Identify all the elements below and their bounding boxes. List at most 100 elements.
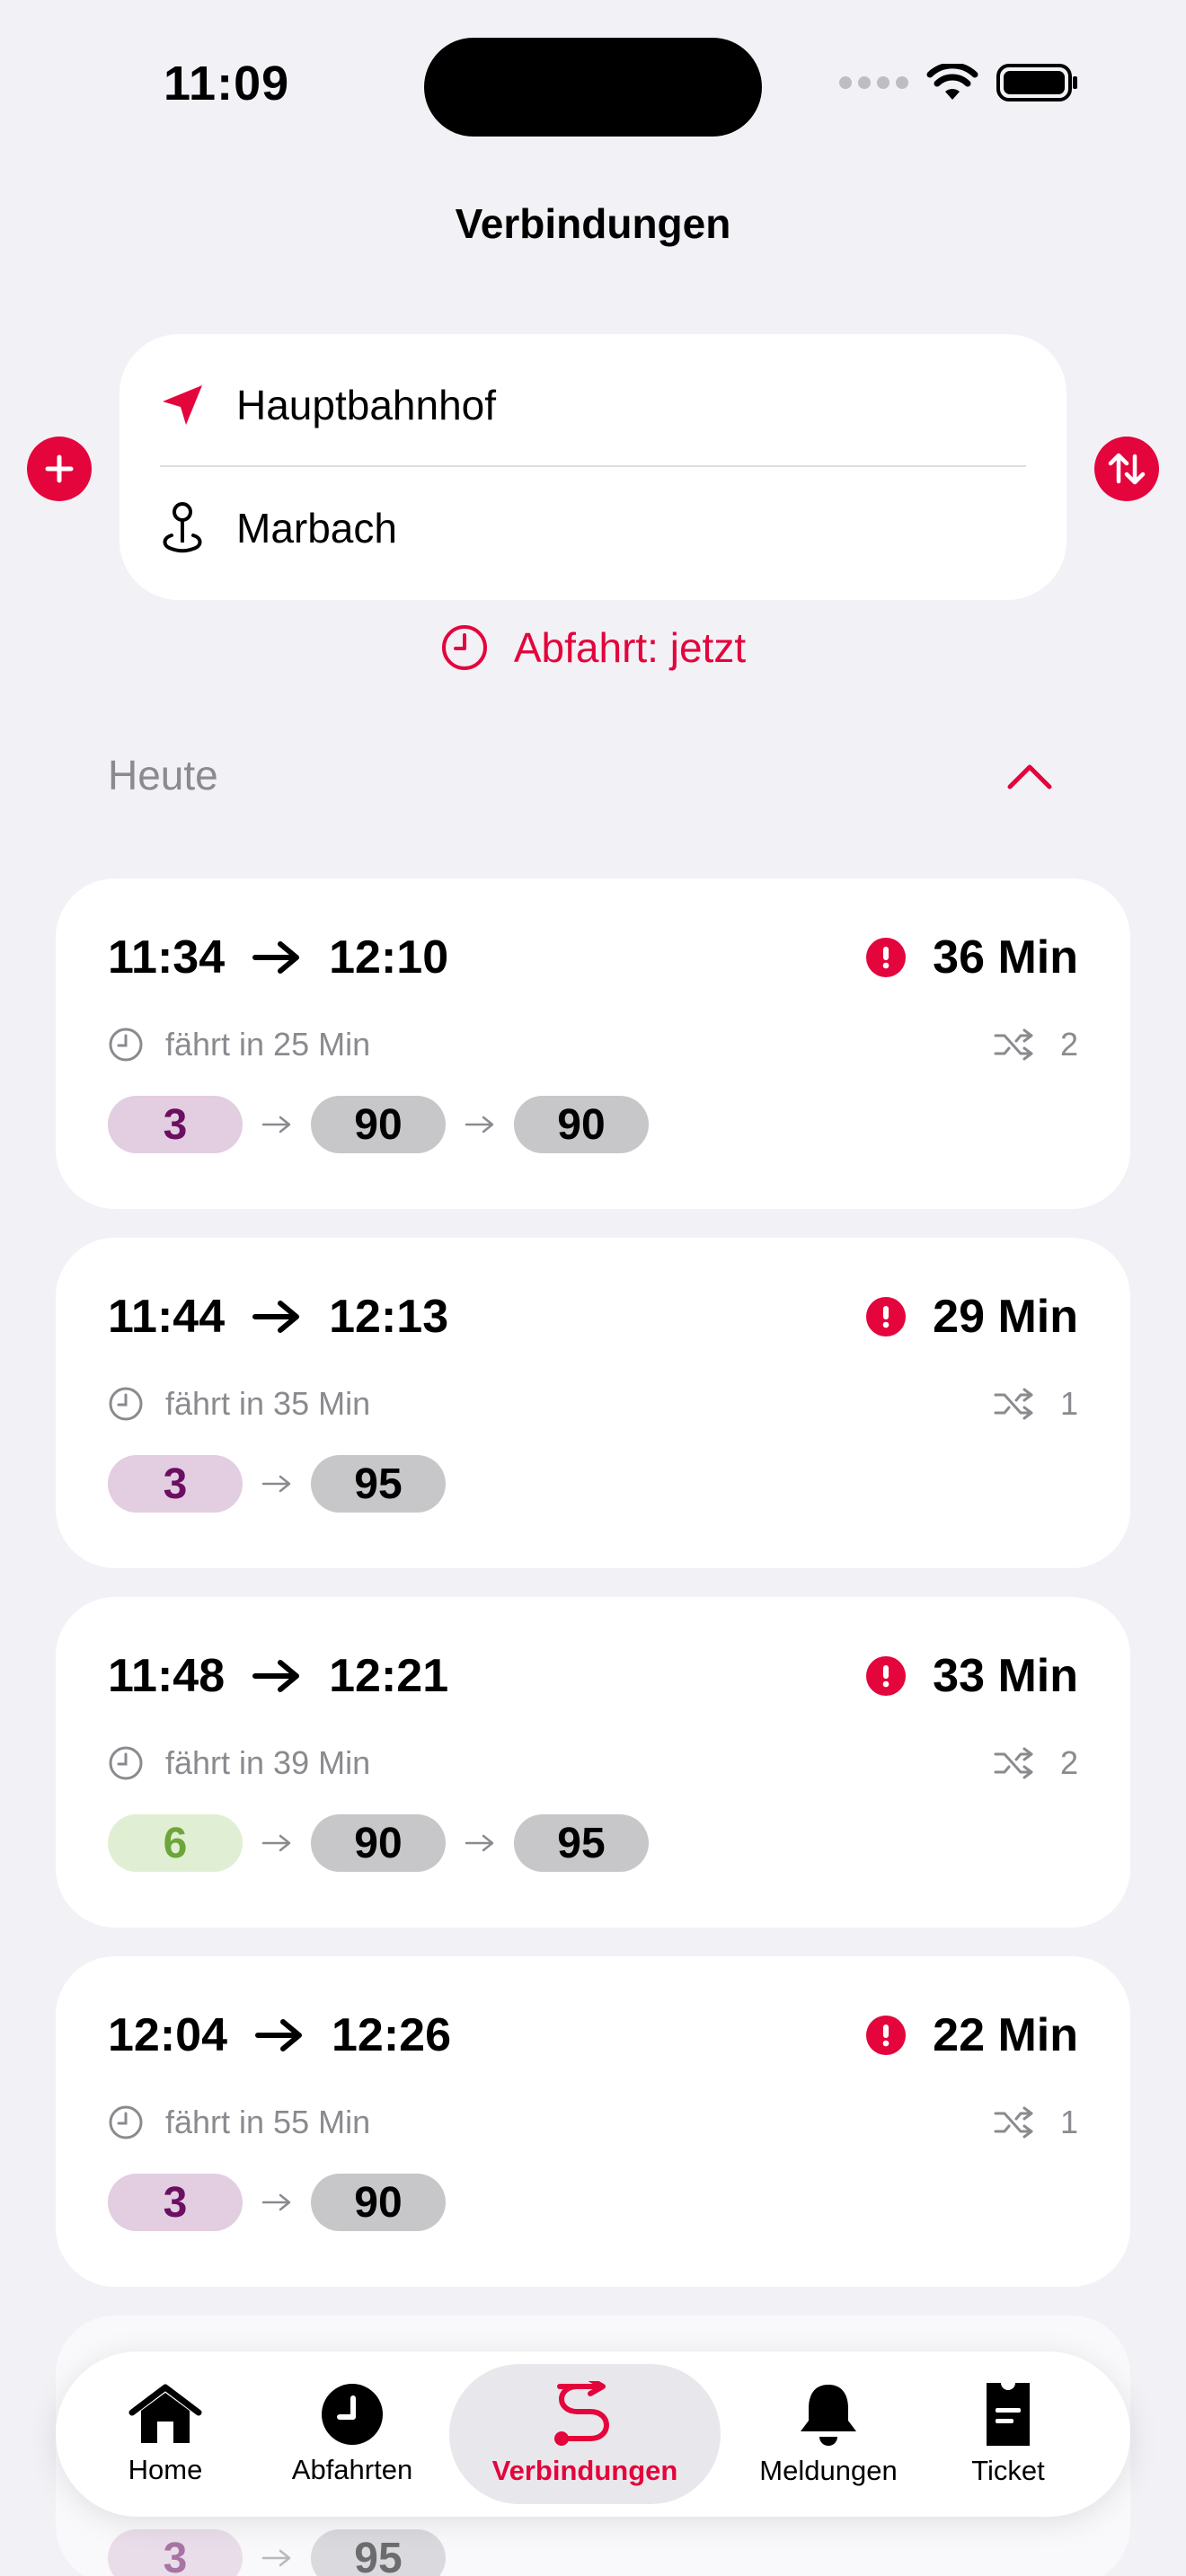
chevron-up-icon[interactable] [1005,760,1055,792]
line-badges: 6 90 95 [108,1814,649,1872]
section-title: Heute [108,752,218,798]
line-badges: 3 90 90 [108,1096,649,1153]
connection-times: 12:04 12:26 [108,2008,451,2062]
transfer-count-label: 1 [1059,1385,1078,1422]
departure-time: 11:34 [108,931,226,984]
swap-stations-button[interactable] [1094,437,1159,501]
house-icon [128,2384,202,2443]
bell-icon [801,2385,856,2446]
arrival-time: 12:13 [329,1291,449,1343]
plus-icon [45,454,74,483]
status-time: 11:09 [164,57,290,110]
connection-duration: 33 Min [866,1649,1078,1703]
connection-times: 11:34 12:10 [108,931,448,984]
tab-home[interactable]: Home [102,2351,228,2517]
shuffle-icon [994,1028,1033,1061]
add-stop-button[interactable] [27,437,92,501]
route-icon [554,2381,609,2446]
line-badge: 3 [108,2529,243,2576]
duration-label: 29 Min [933,1291,1078,1343]
line-badges: 3 95 [108,2529,446,2576]
tab-verbindungen[interactable]: Verbindungen [449,2351,721,2517]
tab-label: Ticket [971,2455,1045,2486]
destination-pin-icon [163,502,202,553]
arrival-time: 12:21 [329,1650,449,1702]
departure-time-button[interactable]: Abfahrt: jetzt [0,623,1186,672]
line-badge: 90 [311,1814,446,1872]
departs-in-label: fährt in 35 Min [165,1385,371,1422]
departure-time: 11:48 [108,1650,226,1702]
connection-card[interactable]: 12:04 12:26 22 Min fährt in 55 Min 1 3 9… [56,1956,1130,2287]
line-badge: 90 [514,1096,649,1153]
arrow-right-icon [261,2549,291,2567]
transfer-count-label: 2 [1059,1744,1078,1781]
connection-duration: 36 Min [866,931,1078,984]
arrival-time: 12:10 [329,931,449,984]
tab-ticket[interactable]: Ticket [945,2351,1071,2517]
tab-label: Abfahrten [291,2454,413,2485]
line-badge: 90 [311,2174,446,2231]
status-icons [839,63,1079,102]
departs-in: fährt in 35 Min [108,1385,370,1423]
departs-in: fährt in 39 Min [108,1744,370,1782]
arrow-right-icon [465,1834,494,1852]
tab-abfahrten[interactable]: Abfahrten [271,2351,433,2517]
departs-in: fährt in 25 Min [108,1026,370,1063]
battery-icon [996,64,1077,101]
connection-card[interactable]: 11:44 12:13 29 Min fährt in 35 Min 1 3 9… [56,1238,1130,1568]
destination-label: Marbach [236,505,397,551]
connection-duration: 29 Min [866,1290,1078,1344]
location-arrow-icon [163,385,202,425]
arrow-right-icon [252,1660,300,1692]
destination-field[interactable]: Marbach [159,501,397,555]
transfer-count: 1 [994,1385,1078,1423]
arrow-right-icon [261,1834,291,1852]
duration-label: 36 Min [933,931,1078,984]
departs-in-label: fährt in 55 Min [165,2104,371,2140]
arrow-right-icon [261,2193,291,2211]
clock-icon [109,1387,143,1421]
arrow-right-icon [252,941,300,974]
line-badge: 95 [311,2529,446,2576]
alert-icon [866,938,907,977]
alert-icon [866,1297,907,1337]
tab-meldungen[interactable]: Meldungen [748,2351,909,2517]
departure-time: 12:04 [108,2009,227,2061]
tab-label: Home [128,2454,203,2485]
alert-icon [866,1656,907,1696]
arrow-right-icon [261,1116,291,1134]
departs-in: fährt in 55 Min [108,2104,370,2141]
transfer-count-label: 2 [1059,1026,1078,1063]
transfer-count: 2 [994,1744,1078,1782]
clock-icon [109,2105,143,2139]
route-divider [160,465,1026,467]
line-badge: 95 [514,1814,649,1872]
connection-duration: 22 Min [866,2008,1078,2062]
departs-in-label: fährt in 25 Min [165,1026,371,1063]
origin-field[interactable]: Hauptbahnhof [159,381,496,429]
line-badge: 95 [311,1455,446,1513]
arrow-right-icon [255,2019,302,2051]
line-badge: 3 [108,2174,243,2231]
arrival-time: 12:26 [332,2009,451,2061]
duration-label: 22 Min [933,2009,1078,2061]
origin-label: Hauptbahnhof [236,382,497,428]
departs-in-label: fährt in 39 Min [165,1744,371,1781]
tab-label: Verbindungen [491,2455,678,2486]
transfer-count: 2 [994,1026,1078,1063]
clock-icon [322,2384,383,2445]
connection-times: 11:48 12:21 [108,1649,448,1703]
arrow-right-icon [465,1116,494,1134]
departure-label: Abfahrt: jetzt [513,624,747,671]
line-badge: 3 [108,1455,243,1513]
arrow-right-icon [252,1301,300,1333]
tab-bar: Home Abfahrten Verbindungen Meldungen Ti… [56,2351,1130,2517]
connection-card[interactable]: 11:48 12:21 33 Min fährt in 39 Min 2 6 9… [56,1597,1130,1928]
shuffle-icon [994,2106,1033,2139]
shuffle-icon [994,1388,1033,1420]
line-badge: 3 [108,1096,243,1153]
connection-card[interactable]: 11:34 12:10 36 Min fährt in 25 Min 2 3 9… [56,878,1130,1209]
swap-arrows-icon [1108,453,1146,485]
line-badges: 3 90 [108,2174,446,2231]
tab-label: Meldungen [759,2455,898,2486]
